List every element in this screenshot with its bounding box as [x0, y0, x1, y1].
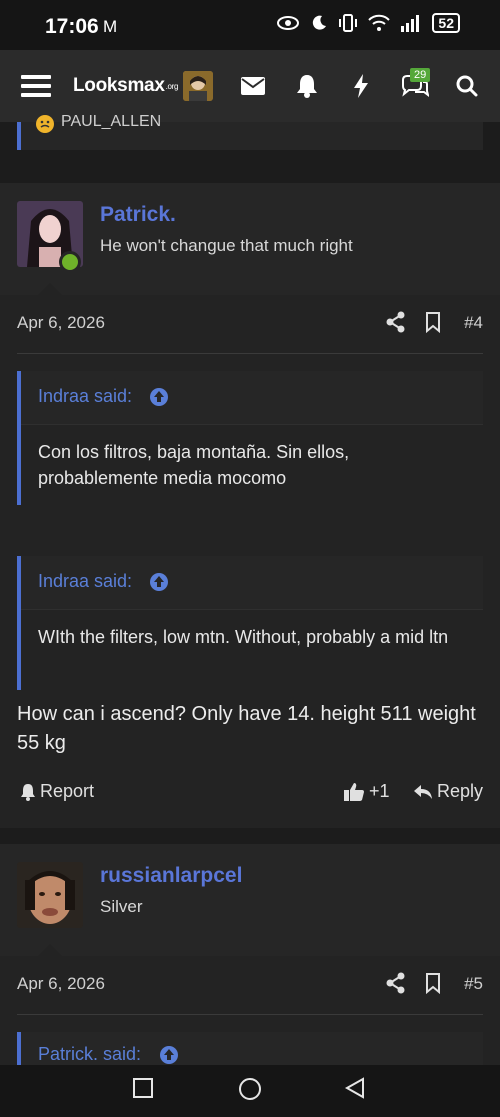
- quote-attribution[interactable]: Indraa said:: [38, 386, 132, 407]
- notification-badge: 29: [410, 68, 431, 82]
- reply-label: Reply: [437, 781, 484, 801]
- previous-quote: PAUL_ALLEN: [17, 113, 483, 150]
- bell-icon: [21, 783, 35, 801]
- bolt-icon[interactable]: [352, 50, 370, 122]
- reply-icon: [414, 784, 432, 799]
- post-date[interactable]: Apr 6, 2026: [17, 974, 105, 994]
- share-icon[interactable]: [386, 311, 406, 338]
- bookmark-icon[interactable]: [425, 311, 441, 338]
- post-meta-row: Apr 6, 2026 #5: [0, 956, 500, 1014]
- signal-icon: [401, 15, 420, 32]
- logo-suffix: .org: [165, 81, 179, 91]
- post-number[interactable]: #4: [464, 313, 483, 333]
- quote-block: Indraa said: WIth the filters, low mtn. …: [17, 556, 483, 690]
- post-user-title: He won't changue that much right: [100, 236, 353, 255]
- battery-icon: 52: [432, 13, 460, 33]
- back-button[interactable]: [344, 1077, 366, 1104]
- post-username[interactable]: russianlarpcel: [100, 864, 242, 888]
- report-label: Report: [40, 781, 95, 801]
- vibrate-icon: [339, 14, 358, 32]
- top-navbar: Looksmax .org 29: [0, 50, 500, 122]
- reply-button[interactable]: Reply: [413, 781, 483, 802]
- jump-to-quote-icon[interactable]: [149, 387, 169, 407]
- post-meta-row: Apr 6, 2026 #4: [0, 295, 500, 353]
- home-button[interactable]: [238, 1077, 262, 1106]
- site-logo[interactable]: Looksmax .org: [73, 50, 178, 122]
- jump-to-quote-icon[interactable]: [149, 572, 169, 592]
- report-button[interactable]: Report: [20, 781, 94, 802]
- thumbs-up-icon: [344, 782, 364, 801]
- system-navigation-bar: [0, 1065, 500, 1117]
- divider: [17, 353, 483, 354]
- quote-body-bg: [21, 610, 483, 690]
- quote-attribution[interactable]: Patrick. said:: [38, 1044, 141, 1065]
- divider: [17, 1014, 483, 1015]
- like-button[interactable]: +1: [343, 781, 390, 802]
- mail-icon[interactable]: [240, 50, 266, 122]
- moon-icon: [313, 15, 327, 30]
- bell-icon[interactable]: [296, 50, 318, 122]
- menu-icon[interactable]: [20, 50, 52, 122]
- wifi-icon: [368, 14, 391, 31]
- logo-text: Looksmax: [73, 75, 165, 96]
- caret-pointer: [38, 944, 62, 956]
- status-icons: 52: [276, 13, 460, 33]
- quote-body: WIth the filters, low mtn. Without, prob…: [38, 627, 449, 647]
- post-user-block: russianlarpcel Silver: [0, 844, 500, 956]
- eye-icon: [277, 16, 300, 30]
- caret-pointer: [38, 283, 62, 295]
- post-4: Patrick. He won't changue that much righ…: [0, 183, 500, 828]
- previous-post-fragment: PAUL_ALLEN: [0, 113, 500, 168]
- post-number[interactable]: #5: [464, 974, 483, 994]
- emoji-icon: [35, 114, 55, 139]
- post-body-text: How can i ascend? Only have 14. height 5…: [17, 703, 476, 754]
- avatar[interactable]: [17, 862, 83, 928]
- post-user-title: Silver: [100, 897, 143, 916]
- like-count: +1: [369, 781, 390, 801]
- status-time: 17:06: [45, 15, 99, 38]
- bookmark-icon[interactable]: [425, 972, 441, 999]
- post-user-block: Patrick. He won't changue that much righ…: [0, 183, 500, 295]
- post-username[interactable]: Patrick.: [100, 203, 176, 227]
- avatar: [183, 71, 213, 101]
- quote-block: Indraa said: Con los filtros, baja monta…: [17, 371, 483, 505]
- quote-attribution[interactable]: Indraa said:: [38, 571, 132, 592]
- post-separator: [0, 828, 500, 844]
- account-avatar[interactable]: [183, 50, 213, 122]
- mail-notification-icon: M: [103, 17, 118, 36]
- status-bar: 17:06 M 52: [0, 0, 500, 50]
- quote-header: Indraa said:: [21, 556, 483, 610]
- post-5: russianlarpcel Silver Apr 6, 2026 #5 Pat…: [0, 844, 500, 1072]
- search-icon[interactable]: [455, 50, 479, 122]
- quote-header: Indraa said:: [21, 371, 483, 425]
- share-icon[interactable]: [386, 972, 406, 999]
- post-date[interactable]: Apr 6, 2026: [17, 313, 105, 333]
- chat-icon[interactable]: 29: [400, 50, 431, 122]
- online-status-indicator: [59, 251, 81, 273]
- quote-body: Con los filtros, baja montaña. Sin ellos…: [38, 442, 350, 488]
- jump-to-quote-icon[interactable]: [159, 1045, 179, 1065]
- previous-quote-user[interactable]: PAUL_ALLEN: [61, 113, 161, 131]
- recent-apps-button[interactable]: [132, 1077, 154, 1104]
